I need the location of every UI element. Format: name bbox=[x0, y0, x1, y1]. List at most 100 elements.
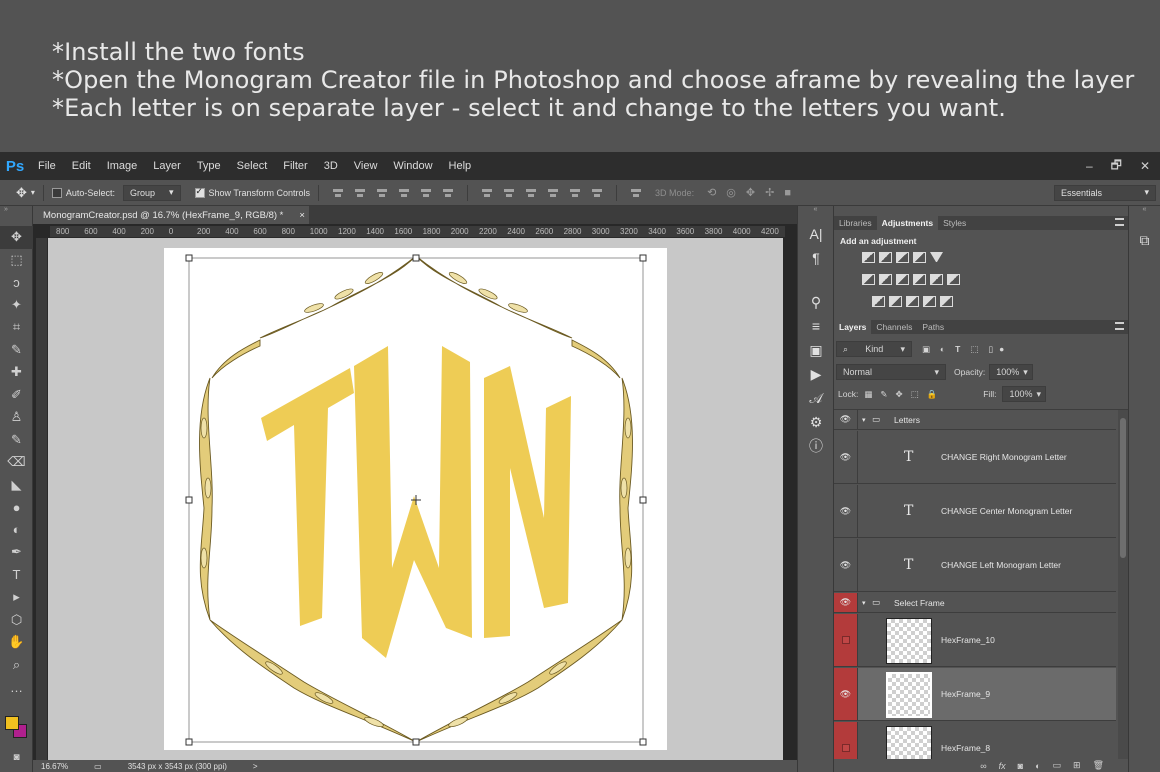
clone-source-icon[interactable]: ▣ bbox=[798, 338, 834, 362]
3d-roll-icon[interactable]: ◎ bbox=[726, 186, 736, 199]
channel-mixer-icon[interactable] bbox=[930, 274, 943, 285]
panel-menu-icon[interactable] bbox=[1115, 322, 1124, 330]
minimize-button[interactable]: – bbox=[1086, 159, 1093, 173]
character-panel-icon[interactable]: A| bbox=[798, 222, 834, 246]
healing-tool[interactable]: ✚ bbox=[0, 361, 33, 384]
color-lookup-icon[interactable] bbox=[947, 274, 960, 285]
align-bottom-icon[interactable] bbox=[375, 186, 389, 200]
menu-file[interactable]: File bbox=[30, 152, 64, 180]
menu-select[interactable]: Select bbox=[229, 152, 276, 180]
filter-smart-icon[interactable]: ▯ bbox=[988, 344, 993, 355]
export-icon[interactable]: ▭ bbox=[94, 762, 102, 771]
glyphs-panel-icon[interactable]: 𝒜 bbox=[798, 386, 834, 410]
menu-type[interactable]: Type bbox=[189, 152, 229, 180]
threshold-icon[interactable] bbox=[906, 296, 919, 307]
new-group-icon[interactable]: ▭ bbox=[1053, 760, 1062, 771]
distribute-top-icon[interactable] bbox=[480, 186, 494, 200]
layer-style-button[interactable]: fx bbox=[999, 761, 1006, 771]
color-swatches[interactable] bbox=[4, 715, 30, 741]
actions-panel-icon[interactable]: ▶ bbox=[798, 362, 834, 386]
close-button[interactable]: ✕ bbox=[1140, 159, 1150, 173]
brightness-contrast-icon[interactable] bbox=[862, 252, 875, 263]
menu-edit[interactable]: Edit bbox=[64, 152, 99, 180]
auto-select-dropdown[interactable]: Group ▾ bbox=[122, 184, 181, 201]
auto-align-icon[interactable] bbox=[629, 186, 643, 200]
black-white-icon[interactable] bbox=[896, 274, 909, 285]
canvas[interactable] bbox=[164, 248, 667, 750]
distribute-hcenter-icon[interactable] bbox=[568, 186, 582, 200]
curves-icon[interactable] bbox=[896, 252, 909, 263]
layer-group-select-frame[interactable]: 👁 ▾ ▭ Select Frame bbox=[834, 593, 1116, 613]
scrollbar-thumb[interactable] bbox=[1120, 418, 1126, 558]
lasso-tool[interactable]: ↄ bbox=[0, 271, 33, 294]
color-balance-icon[interactable] bbox=[879, 274, 892, 285]
3d-orbit-icon[interactable]: ⟲ bbox=[707, 186, 716, 199]
align-hcenter-icon[interactable] bbox=[419, 186, 433, 200]
close-tab-icon[interactable]: × bbox=[299, 210, 305, 221]
posterize-icon[interactable] bbox=[889, 296, 902, 307]
stamp-tool[interactable]: ♙ bbox=[0, 406, 33, 429]
opacity-field[interactable]: 100% ▾ bbox=[989, 364, 1034, 380]
menu-view[interactable]: View bbox=[346, 152, 386, 180]
hue-saturation-icon[interactable] bbox=[862, 274, 875, 285]
layer-text-center[interactable]: 👁 T CHANGE Center Monogram Letter bbox=[834, 485, 1116, 538]
path-select-tool[interactable]: ▸ bbox=[0, 586, 33, 609]
menu-layer[interactable]: Layer bbox=[145, 152, 189, 180]
move-tool-preset-icon[interactable]: ✥ bbox=[16, 185, 27, 201]
filter-pixel-icon[interactable]: ▣ bbox=[922, 344, 930, 355]
vibrance-icon[interactable] bbox=[930, 252, 943, 262]
layer-text-left[interactable]: 👁 T CHANGE Left Monogram Letter bbox=[834, 539, 1116, 592]
exposure-icon[interactable] bbox=[913, 252, 926, 263]
quick-mask-icon[interactable]: ◙ bbox=[0, 746, 33, 769]
tab-adjustments[interactable]: Adjustments bbox=[876, 216, 939, 230]
distribute-right-icon[interactable] bbox=[590, 186, 604, 200]
auto-select-checkbox[interactable] bbox=[51, 187, 62, 198]
dodge-tool[interactable]: ◐ bbox=[0, 519, 33, 542]
group-expand-icon[interactable]: ▾ bbox=[862, 593, 866, 612]
tab-paths[interactable]: Paths bbox=[917, 320, 949, 334]
new-adjustment-icon[interactable]: ◐ bbox=[1035, 761, 1040, 771]
history-brush-tool[interactable]: ✎ bbox=[0, 429, 33, 452]
filter-type-icon[interactable]: T bbox=[955, 344, 960, 354]
document-tab[interactable]: MonogramCreator.psd @ 16.7% (HexFrame_9,… bbox=[33, 206, 309, 224]
menu-window[interactable]: Window bbox=[385, 152, 440, 180]
fill-field[interactable]: 100% ▾ bbox=[1002, 386, 1047, 402]
blend-mode-dropdown[interactable]: Normal ▾ bbox=[836, 364, 946, 380]
status-arrow[interactable]: > bbox=[253, 762, 258, 771]
collapse-icon[interactable]: « bbox=[1129, 206, 1160, 220]
zoom-level[interactable]: 16.67% bbox=[41, 762, 68, 771]
brushes-panel-icon[interactable]: ⚲ bbox=[798, 290, 834, 314]
layer-hexframe-10[interactable]: HexFrame_10 bbox=[834, 614, 1116, 667]
horizontal-ruler[interactable]: 800 600 400 200 0 200 400 600 800 1000 1200 1400 160… bbox=[50, 226, 785, 238]
properties-side-icon[interactable]: ⧉ bbox=[1129, 228, 1160, 252]
collapse-icon[interactable]: « bbox=[798, 206, 833, 220]
visibility-toggle[interactable] bbox=[834, 614, 858, 666]
pen-tool[interactable]: ✒ bbox=[0, 541, 33, 564]
paint-bucket-tool[interactable]: ◣ bbox=[0, 474, 33, 497]
marquee-tool[interactable]: ⬚ bbox=[0, 249, 33, 272]
levels-icon[interactable] bbox=[879, 252, 892, 263]
distribute-vcenter-icon[interactable] bbox=[502, 186, 516, 200]
tab-styles[interactable]: Styles bbox=[938, 216, 971, 230]
align-top-icon[interactable] bbox=[331, 186, 345, 200]
blur-tool[interactable]: ● bbox=[0, 496, 33, 519]
lock-artboard-icon[interactable]: ⬚ bbox=[911, 389, 919, 400]
distribute-left-icon[interactable] bbox=[546, 186, 560, 200]
show-transform-checkbox[interactable] bbox=[194, 186, 205, 198]
distribute-bottom-icon[interactable] bbox=[524, 186, 538, 200]
eye-icon[interactable]: 👁 bbox=[834, 410, 858, 429]
menu-image[interactable]: Image bbox=[99, 152, 146, 180]
3d-pan-icon[interactable]: ✥ bbox=[746, 186, 755, 199]
filter-kind-dropdown[interactable]: ⌕ Kind ▾ bbox=[836, 341, 912, 357]
tab-libraries[interactable]: Libraries bbox=[834, 216, 877, 230]
magic-wand-tool[interactable]: ✦ bbox=[0, 294, 33, 317]
invert-icon[interactable] bbox=[872, 296, 885, 307]
panel-menu-icon[interactable] bbox=[1115, 218, 1124, 226]
layer-group-letters[interactable]: 👁 ▾ ▭ Letters bbox=[834, 410, 1116, 430]
filter-adjustment-icon[interactable]: ◐ bbox=[940, 344, 945, 354]
new-layer-icon[interactable]: ⊞ bbox=[1073, 760, 1081, 771]
lock-pixels-icon[interactable]: ✎ bbox=[880, 389, 887, 400]
layer-hexframe-9[interactable]: 👁 HexFrame_9 bbox=[834, 668, 1116, 721]
tab-channels[interactable]: Channels bbox=[871, 320, 917, 334]
workspace-dropdown[interactable]: Essentials ▾ bbox=[1054, 184, 1156, 201]
